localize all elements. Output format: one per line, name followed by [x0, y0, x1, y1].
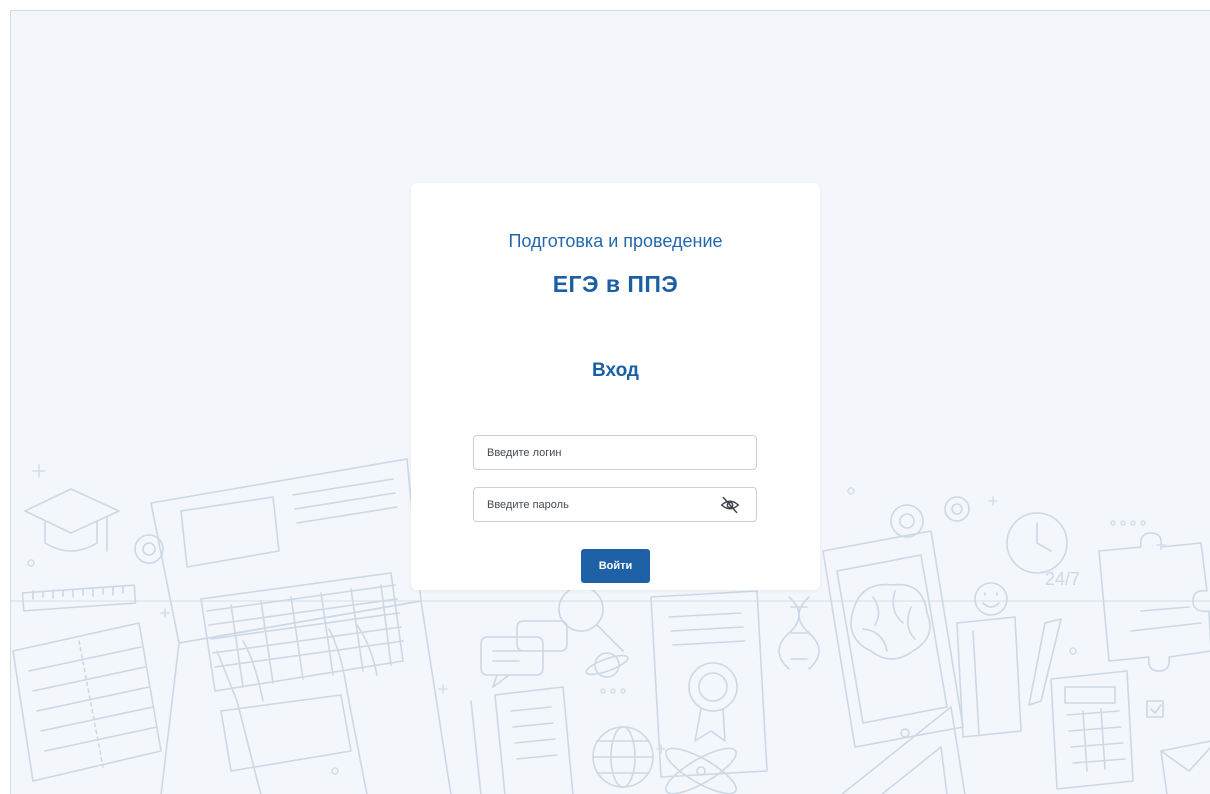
app-subtitle: Подготовка и проведение: [508, 231, 723, 251]
brain-icon: [850, 583, 931, 660]
password-field[interactable]: [473, 487, 757, 522]
notebook-right-icon: [956, 616, 1022, 738]
notebook-icon: [12, 622, 162, 782]
login-card: Подготовка и проведение ЕГЭ в ППЭ Вход В…: [411, 183, 820, 590]
login-submit-button[interactable]: Войти: [581, 549, 650, 583]
ruler-icon: [21, 584, 137, 612]
graduation-cap-icon: [24, 488, 120, 552]
app-title: ЕГЭ в ППЭ: [552, 271, 679, 297]
triangle-ruler-icon: [840, 706, 966, 794]
login-heading: Вход: [592, 360, 639, 381]
login-input[interactable]: [474, 436, 756, 469]
password-input[interactable]: [474, 488, 756, 521]
pen-icon: [1028, 618, 1062, 706]
lightbulb-icon: [974, 582, 1008, 616]
planet-icon: [585, 652, 629, 678]
clock-icon: [1006, 512, 1068, 574]
magnifier-icon: [558, 586, 624, 652]
checkbox-icon: [1146, 700, 1164, 718]
app-viewport: 24/7 Подготовка и проведение ЕГЭ в ППЭ В…: [10, 10, 1210, 794]
calculator-icon: [1050, 670, 1134, 790]
chat-bubbles-icon: [480, 620, 568, 688]
document-icon: [470, 686, 574, 794]
login-field[interactable]: [473, 435, 757, 470]
globe-icon: [592, 726, 654, 788]
laptop-icon: [150, 458, 452, 794]
envelope-icon: [1160, 740, 1210, 794]
dna-icon: [778, 596, 820, 670]
eye-off-icon[interactable]: [720, 495, 740, 515]
page: 24/7 Подготовка и проведение ЕГЭ в ППЭ В…: [0, 0, 1210, 794]
atom-icon: [665, 747, 737, 794]
puzzle-icon: [1098, 532, 1210, 672]
illustration-247-text: 24/7: [1045, 569, 1080, 589]
